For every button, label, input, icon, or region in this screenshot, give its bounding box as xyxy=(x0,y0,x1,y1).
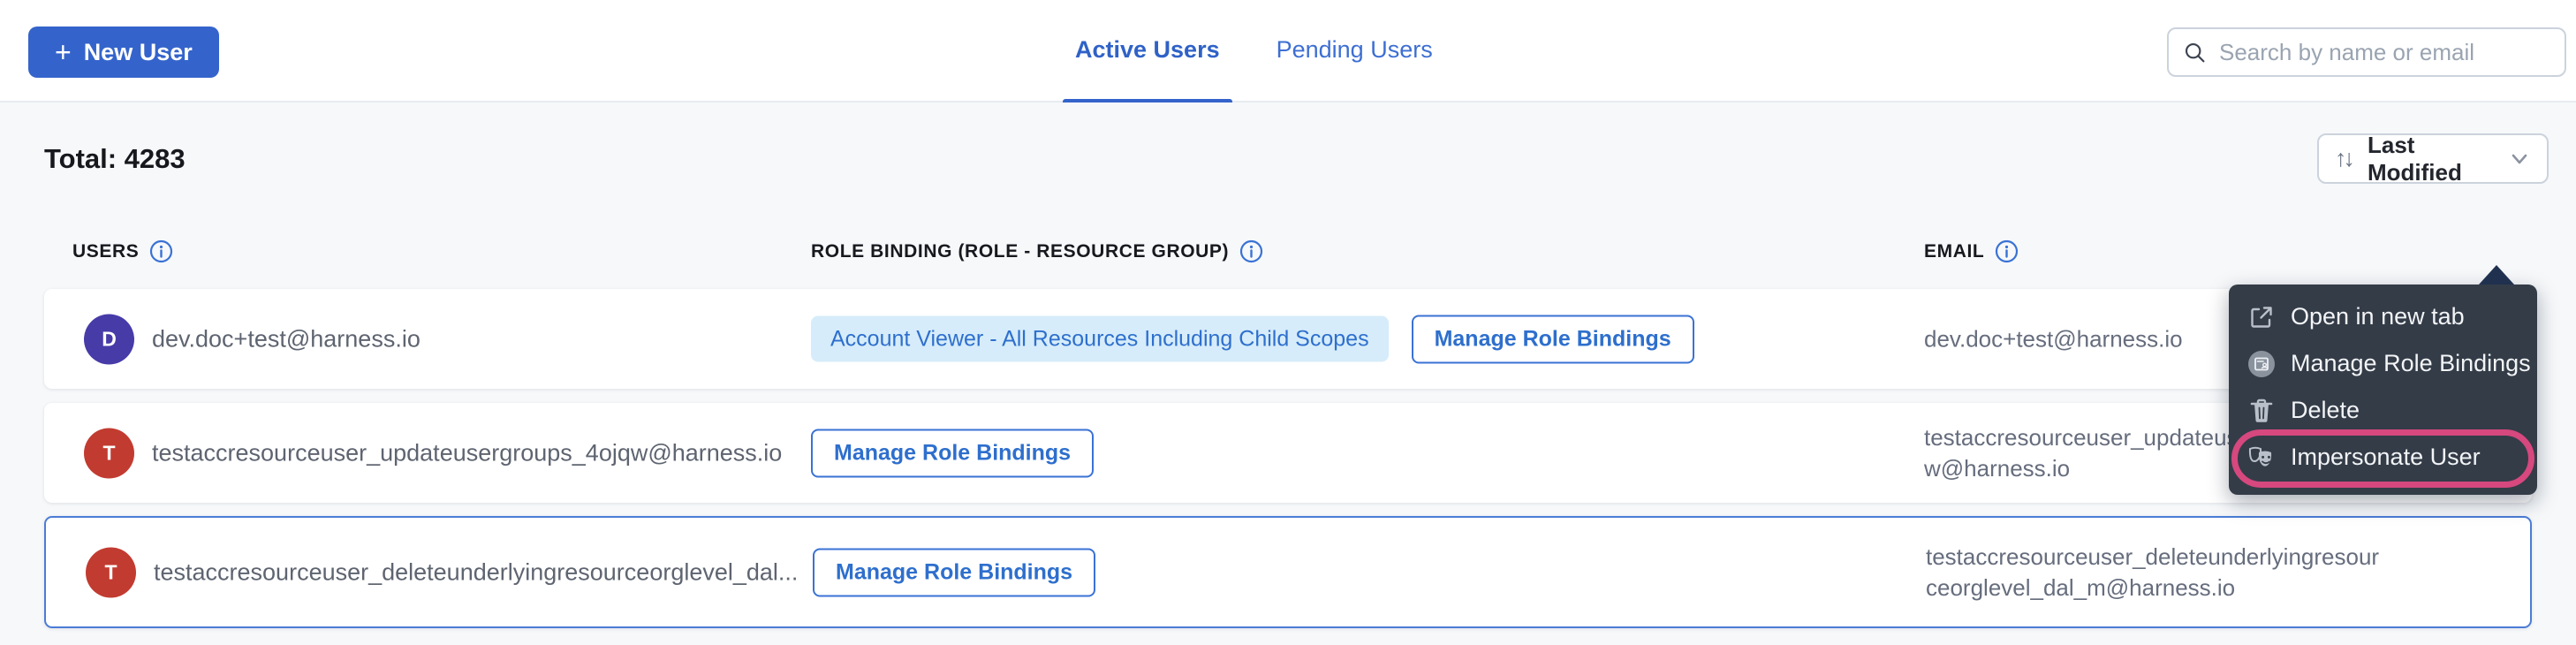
avatar: D xyxy=(84,314,134,364)
table-header-row: USERS ROLE BINDING (ROLE - RESOURCE GROU… xyxy=(0,239,2576,266)
role-binding-badge: Account Viewer - All Resources Including… xyxy=(811,316,1389,362)
plus-icon: + xyxy=(55,38,72,66)
tab-active-users[interactable]: Active Users xyxy=(1075,0,1220,102)
column-header-email: EMAIL xyxy=(1924,239,2019,263)
table-row[interactable]: D dev.doc+test@harness.io Account Viewer… xyxy=(44,289,2532,389)
user-email-line2: ceorglevel_dal_m@harness.io xyxy=(1926,573,2379,603)
role-binding-cell: Account Viewer - All Resources Including… xyxy=(811,315,1694,363)
sort-dropdown[interactable]: ↑↓ Last Modified xyxy=(2317,133,2549,184)
sort-dropdown-value: Last Modified xyxy=(2364,132,2496,186)
sort-arrows-icon: ↑↓ xyxy=(2335,145,2352,172)
tab-bar: Active Users Pending Users xyxy=(1075,0,1433,102)
menu-item-manage-role-bindings[interactable]: Manage Role Bindings xyxy=(2229,340,2537,387)
column-header-role-binding: ROLE BINDING (ROLE - RESOURCE GROUP) xyxy=(811,239,1263,263)
user-name: testaccresourceuser_updateusergroups_4oj… xyxy=(152,439,782,467)
new-user-button[interactable]: + New User xyxy=(28,27,219,78)
table-row[interactable]: T testaccresourceuser_updateusergroups_4… xyxy=(44,403,2532,503)
manage-role-bindings-button[interactable]: Manage Role Bindings xyxy=(811,429,1094,477)
info-icon[interactable] xyxy=(1995,239,2019,263)
user-email: dev.doc+test@harness.io xyxy=(1924,323,2183,354)
menu-item-open-in-new-tab[interactable]: Open in new tab xyxy=(2229,293,2537,340)
avatar: T xyxy=(86,547,136,597)
menu-item-label: Impersonate User xyxy=(2291,444,2481,471)
tab-active-users-label: Active Users xyxy=(1075,36,1220,64)
manage-role-bindings-button[interactable]: Manage Role Bindings xyxy=(1412,315,1694,363)
menu-item-label: Open in new tab xyxy=(2291,303,2465,330)
user-name: testaccresourceuser_deleteunderlyingreso… xyxy=(154,558,798,586)
info-icon[interactable] xyxy=(1239,239,1263,263)
role-binding-cell: Manage Role Bindings xyxy=(813,548,1095,596)
total-count: Total: 4283 xyxy=(44,143,186,175)
menu-item-delete[interactable]: Delete xyxy=(2229,387,2537,434)
users-header-label: USERS xyxy=(72,241,139,262)
trash-icon xyxy=(2246,396,2277,426)
role-bindings-icon xyxy=(2246,349,2277,379)
chevron-down-icon xyxy=(2508,148,2531,171)
row-context-menu: Open in new tab Manage Role Bindings xyxy=(2229,285,2537,495)
search-box[interactable] xyxy=(2167,27,2566,77)
top-header: + New User Active Users Pending Users xyxy=(0,0,2576,102)
role-binding-cell: Manage Role Bindings xyxy=(811,429,1094,477)
info-icon[interactable] xyxy=(149,239,173,263)
user-name: dev.doc+test@harness.io xyxy=(152,325,420,353)
search-input[interactable] xyxy=(2219,39,2550,66)
role-binding-header-label: ROLE BINDING (ROLE - RESOURCE GROUP) xyxy=(811,241,1229,262)
menu-item-impersonate-user[interactable]: Impersonate User xyxy=(2229,434,2537,481)
masks-icon xyxy=(2246,443,2277,473)
user-email: testaccresourceuser_deleteunderlyingreso… xyxy=(1926,542,2379,603)
manage-role-bindings-button[interactable]: Manage Role Bindings xyxy=(813,548,1095,596)
table-row-selected[interactable]: T testaccresourceuser_deleteunderlyingre… xyxy=(44,516,2532,628)
search-icon xyxy=(2183,41,2207,64)
tab-pending-users-label: Pending Users xyxy=(1277,36,1433,64)
column-header-users: USERS xyxy=(72,239,173,263)
content-area: Total: 4283 ↑↓ Last Modified USERS ROLE … xyxy=(0,102,2576,645)
context-menu-arrow xyxy=(2479,265,2514,285)
email-header-label: EMAIL xyxy=(1924,241,1984,262)
external-link-icon xyxy=(2246,302,2277,332)
user-email-line1: testaccresourceuser_deleteunderlyingreso… xyxy=(1926,542,2379,573)
new-user-button-label: New User xyxy=(84,39,193,66)
menu-item-label: Delete xyxy=(2291,397,2360,424)
avatar: T xyxy=(84,428,134,478)
menu-item-label: Manage Role Bindings xyxy=(2291,350,2531,377)
user-management-screen: + New User Active Users Pending Users To… xyxy=(0,0,2576,645)
tab-pending-users[interactable]: Pending Users xyxy=(1277,0,1433,102)
